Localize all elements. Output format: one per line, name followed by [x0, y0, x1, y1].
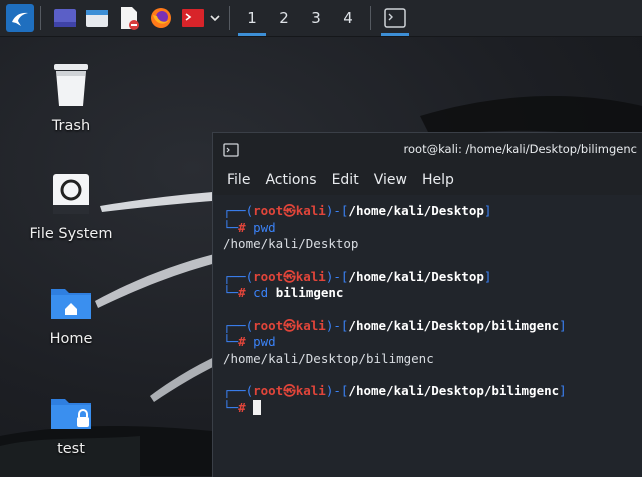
workspace-4[interactable]: 4 [332, 0, 364, 36]
menu-view[interactable]: View [374, 172, 407, 188]
workspace-1[interactable]: 1 [236, 0, 268, 36]
desktop-icon-file-system[interactable]: File System [21, 172, 121, 242]
terminal-icon[interactable] [179, 4, 207, 32]
prompt-host: kali [295, 383, 326, 398]
taskbar-separator [40, 6, 41, 30]
terminal-window[interactable]: root@kali: /home/kali/Desktop/bilimgenc … [212, 132, 642, 477]
terminal-output[interactable]: ┌──(root㉿kali)-[/home/kali/Desktop] └─# p… [213, 195, 642, 416]
terminal-prompt-block: ┌──(root㉿kali)-[/home/kali/Desktop/bilim… [223, 383, 642, 416]
command-output: /home/kali/Desktop [223, 236, 359, 251]
desktop-icon-label: Trash [51, 118, 91, 134]
taskbar: 1 2 3 4 [0, 0, 642, 37]
command: pwd [253, 334, 276, 349]
prompt-path: /home/kali/Desktop [348, 268, 484, 284]
prompt-path: /home/kali/Desktop/bilimgenc [348, 317, 560, 333]
terminal-prompt-block: ┌──(root㉿kali)-[/home/kali/Desktop/bilim… [223, 318, 642, 368]
terminal-prompt-block: ┌──(root㉿kali)-[/home/kali/Desktop] └─# p… [223, 203, 642, 253]
terminal-menubar: File Actions Edit View Help [213, 165, 642, 195]
prompt-line: ┌──(root㉿kali)-[/home/kali/Desktop] [223, 203, 492, 218]
command-line: └─# [223, 399, 642, 417]
prompt-user: root [253, 203, 284, 218]
prompt-hash: # [238, 334, 246, 349]
prompt-hash: # [238, 399, 246, 415]
prompt-host: kali [295, 203, 326, 218]
terminal-prompt-block: ┌──(root㉿kali)-[/home/kali/Desktop] └─# c… [223, 269, 642, 302]
menu-edit[interactable]: Edit [332, 172, 359, 188]
trash-icon [21, 62, 121, 112]
menu-help[interactable]: Help [422, 172, 454, 188]
command-argument: bilimgenc [275, 285, 344, 300]
prompt-hash: # [238, 285, 246, 300]
home-folder-icon [21, 285, 121, 325]
taskbar-separator [229, 6, 230, 30]
desktop-icon-test[interactable]: test [21, 395, 121, 457]
command: cd [253, 285, 269, 300]
locked-folder-icon [21, 395, 121, 435]
desktop-icon[interactable] [51, 4, 79, 32]
command: pwd [253, 219, 276, 235]
prompt-path: /home/kali/Desktop/bilimgenc [348, 383, 560, 398]
workspace-3[interactable]: 3 [300, 0, 332, 36]
prompt-user: root [253, 317, 284, 333]
taskbar-separator [370, 6, 371, 30]
prompt-hash: # [238, 219, 246, 235]
text-cursor [253, 399, 262, 415]
command-output: /home/kali/Desktop/bilimgenc [223, 350, 434, 366]
prompt-host: kali [295, 317, 326, 333]
prompt-user: root [253, 383, 284, 398]
terminal-window-icon[interactable] [381, 4, 409, 36]
menu-file[interactable]: File [227, 172, 250, 188]
desktop-icon-label: Home [49, 331, 93, 347]
desktop-icon-trash[interactable]: Trash [21, 62, 121, 134]
desktop-icon-home[interactable]: Home [21, 285, 121, 347]
firefox-icon[interactable] [147, 4, 175, 32]
command-line: └─# pwd [223, 334, 276, 349]
prompt-host: kali [295, 268, 326, 284]
hard-drive-icon [21, 172, 121, 220]
command-line: └─# cd bilimgenc [223, 285, 344, 300]
prompt-line: ┌──(root㉿kali)-[/home/kali/Desktop/bilim… [223, 383, 567, 398]
text-editor-icon[interactable] [115, 4, 143, 32]
chevron-down-icon[interactable] [207, 4, 223, 32]
terminal-title-icon [223, 142, 239, 161]
command-line: └─# pwd [223, 219, 276, 235]
prompt-path: /home/kali/Desktop [348, 203, 484, 218]
prompt-line: ┌──(root㉿kali)-[/home/kali/Desktop/bilim… [223, 317, 567, 333]
prompt-line: ┌──(root㉿kali)-[/home/kali/Desktop] [223, 268, 492, 284]
prompt-user: root [253, 268, 284, 284]
terminal-title: root@kali: /home/kali/Desktop/bilimgenc [403, 142, 637, 156]
desktop-icon-label: File System [29, 226, 113, 242]
terminal-titlebar[interactable]: root@kali: /home/kali/Desktop/bilimgenc [213, 133, 642, 165]
kali-menu-icon[interactable] [6, 4, 34, 32]
menu-actions[interactable]: Actions [265, 172, 316, 188]
workspace-2[interactable]: 2 [268, 0, 300, 36]
desktop-icon-label: test [57, 441, 85, 457]
file-manager-icon[interactable] [83, 4, 111, 32]
